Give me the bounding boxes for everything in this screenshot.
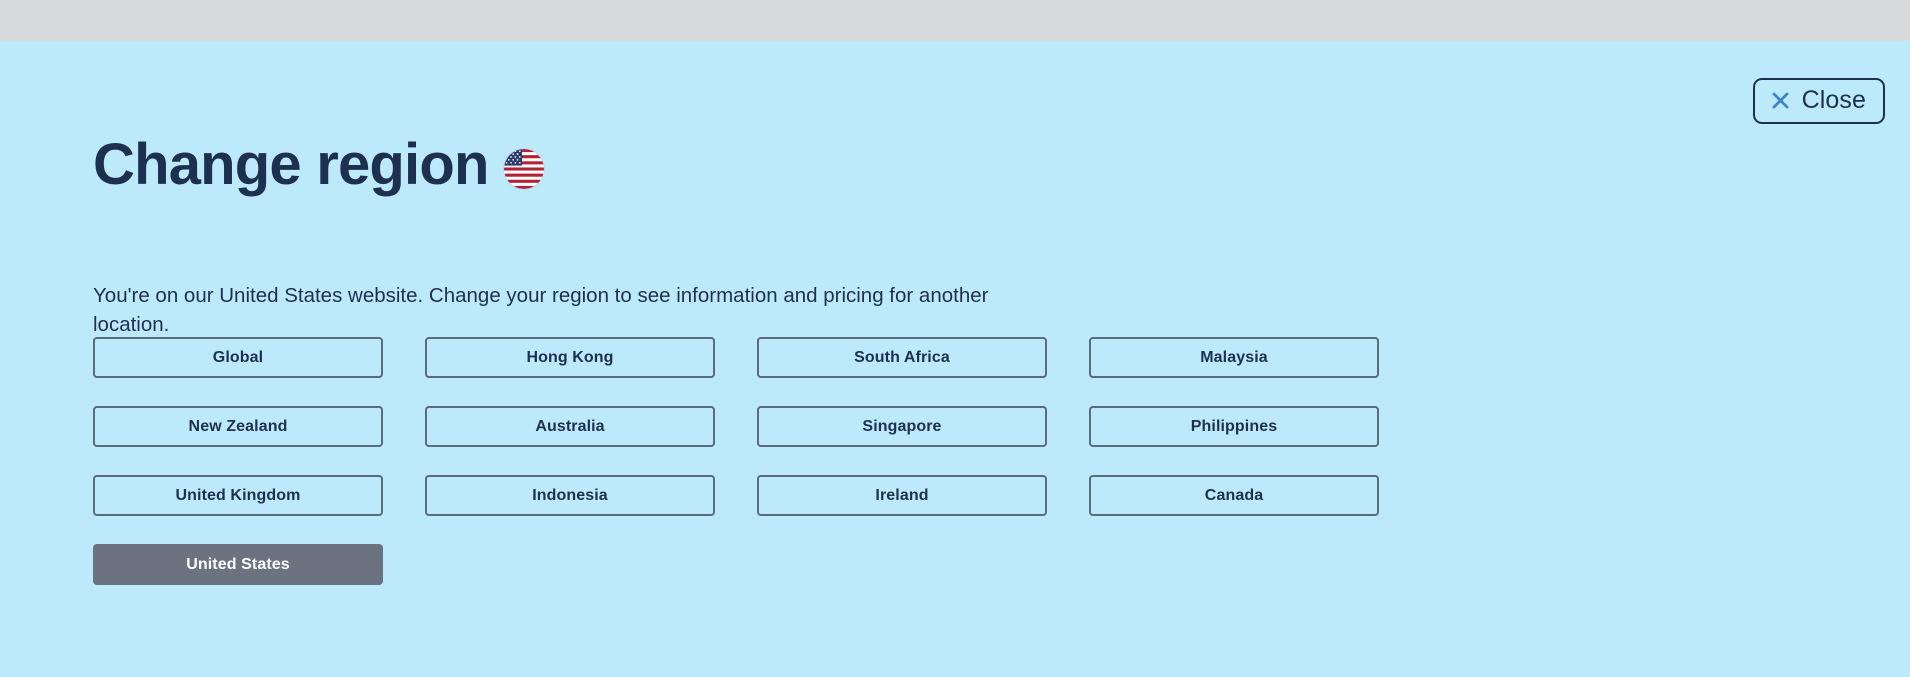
panel-description: You're on our United States website. Cha… [93, 284, 989, 337]
region-button-label: Ireland [875, 486, 929, 504]
region-button[interactable]: Singapore [757, 406, 1047, 447]
region-button-label: United Kingdom [175, 486, 301, 504]
region-button[interactable]: New Zealand [93, 406, 383, 447]
region-button[interactable]: Global [93, 337, 383, 378]
region-button-label: Indonesia [532, 486, 608, 504]
page-title: Change region [93, 132, 489, 197]
region-button[interactable]: Canada [1089, 475, 1379, 516]
region-button[interactable]: United States [93, 544, 383, 585]
close-button[interactable]: Close [1752, 78, 1885, 124]
close-button-label: Close [1801, 86, 1866, 114]
change-region-panel: Close Change region You're on our United… [0, 41, 1910, 677]
united-states-flag-icon [503, 148, 544, 189]
region-button[interactable]: Indonesia [425, 475, 715, 516]
page-top-strip [0, 0, 1910, 41]
region-button[interactable]: Hong Kong [425, 337, 715, 378]
page-root: Close Change region You're on our United… [0, 0, 1910, 677]
region-button-label: United States [186, 555, 290, 573]
region-button-grid: Global Hong Kong South Africa Malaysia New Z… [93, 337, 1379, 516]
region-button-label: Philippines [1190, 417, 1278, 435]
region-button-label: New Zealand [188, 417, 288, 435]
region-button[interactable]: Ireland [757, 475, 1047, 516]
panel-header: Change region [93, 136, 544, 194]
region-button-label: Global [212, 348, 264, 366]
region-button[interactable]: Australia [425, 406, 715, 447]
region-button-label: South Africa [854, 348, 950, 366]
region-button-label: Singapore [862, 417, 942, 435]
region-button-label: Australia [535, 417, 605, 435]
close-x-icon [1770, 90, 1791, 111]
current-region-row: United States [93, 544, 1379, 585]
region-button-label: Malaysia [1200, 348, 1268, 366]
region-button[interactable]: United Kingdom [93, 475, 383, 516]
region-button[interactable]: Malaysia [1089, 337, 1379, 378]
region-button[interactable]: South Africa [757, 337, 1047, 378]
region-button-label: Hong Kong [526, 348, 614, 366]
region-button-label: Canada [1204, 486, 1264, 504]
region-button[interactable]: Philippines [1089, 406, 1379, 447]
